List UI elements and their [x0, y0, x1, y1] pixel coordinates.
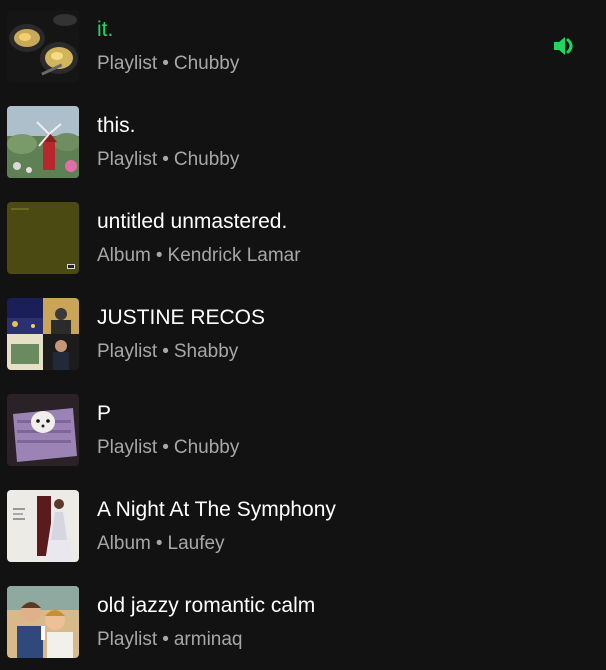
item-title[interactable]: untitled unmastered.	[97, 209, 287, 235]
library-list: it. Playlist • Chubby this. Playlist • C…	[0, 0, 606, 670]
library-item-justine-recos[interactable]: JUSTINE RECOS Playlist • Shabby	[0, 288, 606, 384]
item-type: Album	[97, 245, 151, 266]
item-title[interactable]: this.	[97, 113, 136, 139]
cover-image	[7, 202, 79, 274]
item-owner: Shabby	[173, 341, 239, 362]
item-title[interactable]: old jazzy romantic calm	[97, 593, 315, 619]
library-item-it[interactable]: it. Playlist • Chubby	[0, 0, 606, 96]
separator: •	[162, 629, 169, 650]
separator: •	[155, 533, 163, 554]
library-item-a-night-at-the-symphony[interactable]: A Night At The Symphony Album • Laufey	[0, 480, 606, 576]
item-owner: Laufey	[167, 533, 225, 554]
item-owner: Chubby	[173, 53, 240, 74]
item-type: Album	[97, 533, 151, 554]
library-item-p[interactable]: P Playlist • Chubby	[0, 384, 606, 480]
item-subtitle: Playlist • Shabby	[97, 340, 238, 364]
cover-image	[7, 394, 79, 466]
item-type: Playlist	[97, 149, 158, 170]
cover-image	[7, 10, 79, 82]
separator: •	[162, 53, 169, 74]
item-subtitle: Playlist • Chubby	[97, 148, 239, 172]
item-title[interactable]: A Night At The Symphony	[97, 497, 336, 523]
item-owner: Chubby	[173, 437, 240, 458]
item-owner: arminaq	[173, 629, 243, 650]
item-subtitle: Playlist • arminaq	[97, 628, 243, 652]
item-type: Playlist	[97, 437, 158, 458]
item-owner: Kendrick Lamar	[167, 245, 301, 266]
item-title[interactable]: JUSTINE RECOS	[97, 305, 265, 331]
item-owner: Chubby	[173, 149, 240, 170]
item-title[interactable]: P	[97, 401, 111, 427]
item-subtitle: Album • Laufey	[97, 532, 225, 556]
speaker-volume-icon	[552, 34, 578, 58]
separator: •	[162, 437, 169, 458]
library-item-untitled-unmastered[interactable]: untitled unmastered. Album • Kendrick Lama…	[0, 192, 606, 288]
item-title[interactable]: it.	[97, 17, 113, 43]
item-subtitle: Album • Kendrick Lamar	[97, 244, 301, 268]
item-type: Playlist	[97, 341, 158, 362]
item-type: Playlist	[97, 53, 158, 74]
library-item-old-jazzy-romantic-calm[interactable]: old jazzy romantic calm Playlist • arminaq	[0, 576, 606, 670]
item-subtitle: Playlist • Chubby	[97, 52, 239, 76]
separator: •	[155, 245, 163, 266]
separator: •	[162, 149, 169, 170]
item-subtitle: Playlist • Chubby	[97, 436, 239, 460]
cover-image	[7, 586, 79, 658]
cover-image	[7, 298, 79, 370]
library-item-this[interactable]: this. Playlist • Chubby	[0, 96, 606, 192]
separator: •	[162, 341, 169, 362]
cover-image	[7, 490, 79, 562]
cover-image	[7, 106, 79, 178]
item-type: Playlist	[97, 629, 158, 650]
